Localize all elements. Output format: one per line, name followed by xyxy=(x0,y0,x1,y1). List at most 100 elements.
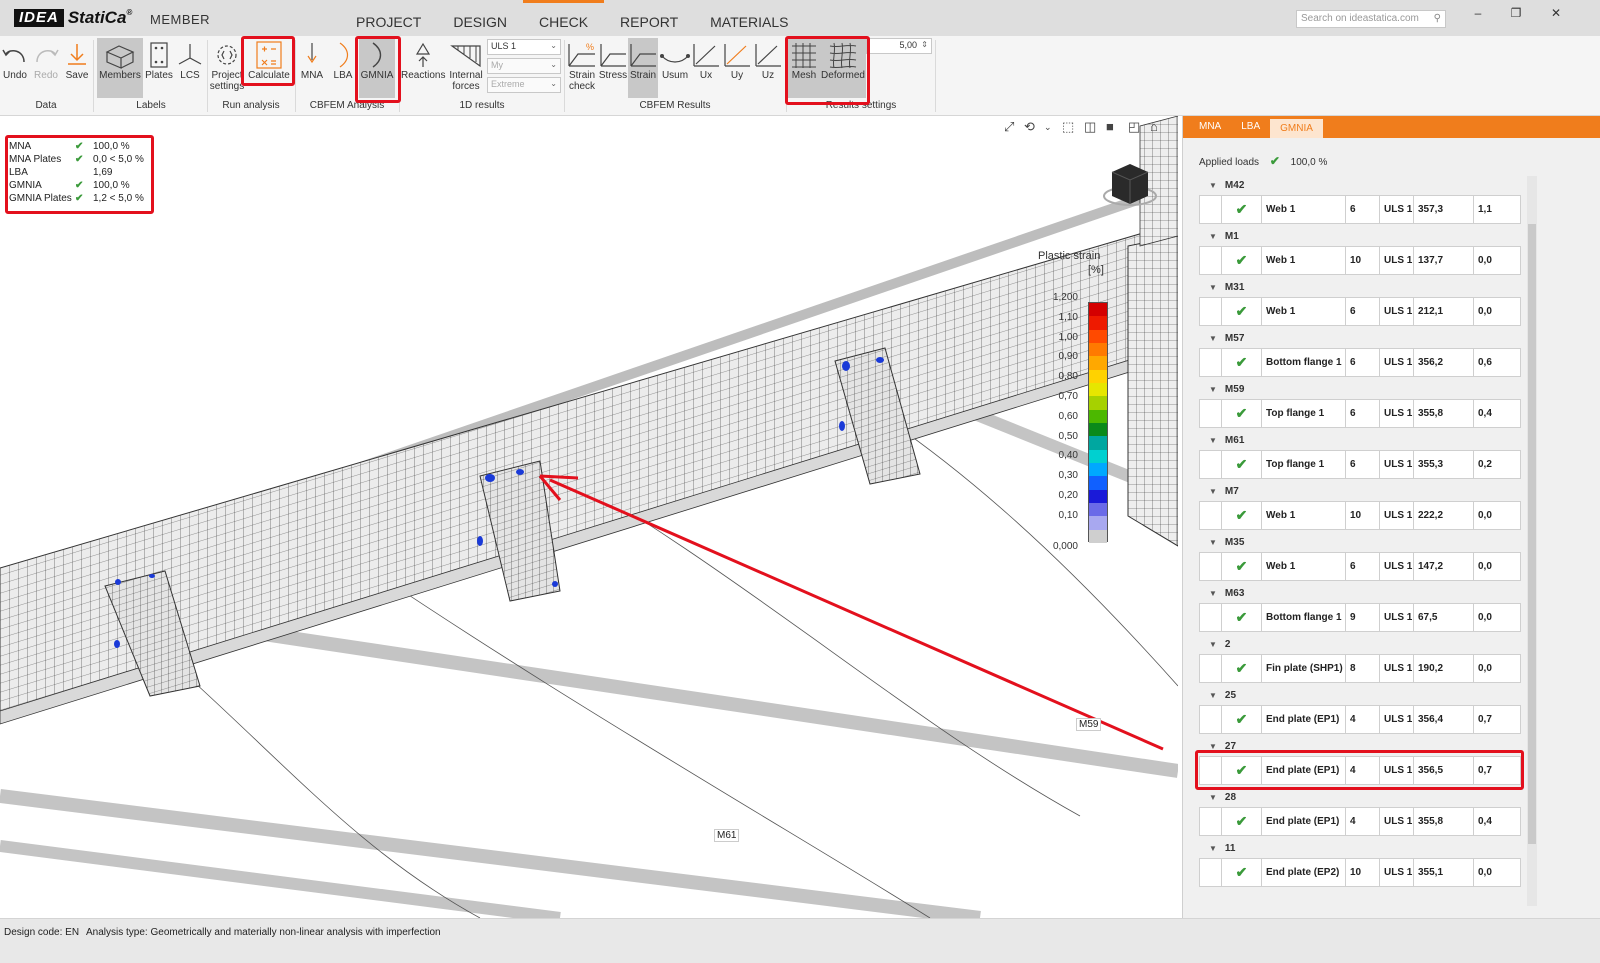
plates-button[interactable]: Plates xyxy=(144,38,174,98)
result-group-header[interactable]: ▼ M7 xyxy=(1199,482,1521,501)
tab-report[interactable]: REPORT xyxy=(604,0,694,36)
result-group-header[interactable]: ▼ M42 xyxy=(1199,176,1521,195)
beam-label-m59[interactable]: M59 xyxy=(1076,718,1102,731)
scrollbar-thumb[interactable] xyxy=(1528,224,1536,844)
chevron-down-icon[interactable]: ⌄ xyxy=(1044,122,1052,133)
result-row[interactable]: ✔ End plate (EP1) 4 ULS 1 356,4 0,7 xyxy=(1199,705,1521,734)
result-row[interactable]: ✔ Bottom flange 1 9 ULS 1 67,5 0,0 xyxy=(1199,603,1521,632)
zoom-fit-icon[interactable]: ⤢ xyxy=(1004,119,1014,135)
result-group-header[interactable]: ▼ M63 xyxy=(1199,584,1521,603)
result-group-header[interactable]: ▼ M35 xyxy=(1199,533,1521,552)
result-row[interactable]: ✔ Web 1 6 ULS 1 212,1 0,0 xyxy=(1199,297,1521,326)
camera-view-icon[interactable]: ◰ xyxy=(1128,119,1140,135)
shaded-view-icon[interactable]: ◫ xyxy=(1084,119,1096,135)
collapse-triangle-icon[interactable]: ▼ xyxy=(1209,844,1217,853)
collapse-triangle-icon[interactable]: ▼ xyxy=(1209,487,1217,496)
load-case-select[interactable]: ULS 1 ⌄ xyxy=(487,39,561,55)
result-row[interactable]: ✔ End plate (EP1) 4 ULS 1 355,8 0,4 xyxy=(1199,807,1521,836)
tab-check[interactable]: CHECK xyxy=(523,0,605,36)
result-row[interactable]: ✔ Top flange 1 6 ULS 1 355,3 0,2 xyxy=(1199,450,1521,479)
stress-button[interactable]: Stress xyxy=(598,38,628,98)
result-group-header[interactable]: ▼ M1 xyxy=(1199,227,1521,246)
result-row[interactable]: ✔ Top flange 1 6 ULS 1 355,8 0,4 xyxy=(1199,399,1521,428)
wireframe-view-icon[interactable]: ⬚ xyxy=(1062,119,1074,135)
collapse-triangle-icon[interactable]: ▼ xyxy=(1209,538,1217,547)
result-group-header[interactable]: ▼ 25 xyxy=(1199,686,1521,705)
search-input[interactable]: Search on ideastatica.com ⚲ xyxy=(1296,10,1446,28)
result-row[interactable]: ✔ End plate (EP1) 4 ULS 1 356,5 0,7 xyxy=(1199,756,1521,785)
collapse-triangle-icon[interactable]: ▼ xyxy=(1209,334,1217,343)
result-group-header[interactable]: ▼ M57 xyxy=(1199,329,1521,348)
3d-viewport[interactable]: M59 M61 xyxy=(0,116,1178,918)
save-button[interactable]: Save xyxy=(62,38,92,98)
collapse-triangle-icon[interactable]: ▼ xyxy=(1209,283,1217,292)
deformed-button[interactable]: Deformed xyxy=(820,38,866,98)
main-tabs: PROJECT DESIGN CHECK REPORT MATERIALS xyxy=(340,0,804,36)
tab-gmnia[interactable]: GMNIA xyxy=(1270,119,1323,138)
mesh-grid-icon xyxy=(792,43,816,68)
uy-button[interactable]: Uy xyxy=(722,38,752,98)
collapse-triangle-icon[interactable]: ▼ xyxy=(1209,793,1217,802)
internal-forces-button[interactable]: Internal forces xyxy=(446,38,486,98)
result-group-header[interactable]: ▼ 27 xyxy=(1199,737,1521,756)
result-row[interactable]: ✔ Web 1 6 ULS 1 357,3 1,1 xyxy=(1199,195,1521,224)
result-row[interactable]: ✔ Bottom flange 1 6 ULS 1 356,2 0,6 xyxy=(1199,348,1521,377)
tab-materials[interactable]: MATERIALS xyxy=(694,0,804,36)
gmnia-button[interactable]: GMNIA xyxy=(359,38,395,98)
tab-design[interactable]: DESIGN xyxy=(437,0,523,36)
reactions-button[interactable]: Reactions xyxy=(401,38,445,98)
results-scrollbar[interactable] xyxy=(1527,176,1537,906)
result-group-header[interactable]: ▼ 28 xyxy=(1199,788,1521,807)
ux-button[interactable]: Ux xyxy=(691,38,721,98)
result-row[interactable]: ✔ Web 1 6 ULS 1 147,2 0,0 xyxy=(1199,552,1521,581)
result-group-header[interactable]: ▼ 11 xyxy=(1199,839,1521,858)
collapse-triangle-icon[interactable]: ▼ xyxy=(1209,589,1217,598)
minimize-button[interactable]: – xyxy=(1468,6,1488,20)
result-stress: 67,5 xyxy=(1414,604,1474,631)
tab-project[interactable]: PROJECT xyxy=(340,0,437,36)
collapse-triangle-icon[interactable]: ▼ xyxy=(1209,691,1217,700)
home-view-icon[interactable]: ⌂ xyxy=(1150,119,1158,134)
tab-lba[interactable]: LBA xyxy=(1231,116,1270,138)
restore-button[interactable]: ❐ xyxy=(1506,6,1526,20)
search-icon[interactable]: ⚲ xyxy=(1434,13,1441,24)
tab-mna[interactable]: MNA xyxy=(1189,116,1231,138)
collapse-triangle-icon[interactable]: ▼ xyxy=(1209,385,1217,394)
rotate-view-icon[interactable]: ⟲ xyxy=(1024,119,1035,135)
result-row[interactable]: ✔ End plate (EP2) 10 ULS 1 355,1 0,0 xyxy=(1199,858,1521,887)
collapse-triangle-icon[interactable]: ▼ xyxy=(1209,640,1217,649)
mesh-button[interactable]: Mesh xyxy=(788,38,820,98)
beam-label-m61[interactable]: M61 xyxy=(714,829,740,842)
strain-check-button[interactable]: % Strain check xyxy=(566,38,598,98)
lcs-button[interactable]: LCS xyxy=(175,38,205,98)
result-group-header[interactable]: ▼ M61 xyxy=(1199,431,1521,450)
result-group-header[interactable]: ▼ M31 xyxy=(1199,278,1521,297)
deformation-scale-input[interactable]: 5,00 ⇕ xyxy=(866,38,932,54)
undo-button[interactable]: Undo xyxy=(0,38,30,98)
uz-button[interactable]: Uz xyxy=(753,38,783,98)
collapse-triangle-icon[interactable]: ▼ xyxy=(1209,181,1217,190)
spinner-icon[interactable]: ⇕ xyxy=(921,40,928,49)
result-row[interactable]: ✔ Web 1 10 ULS 1 222,2 0,0 xyxy=(1199,501,1521,530)
collapse-triangle-icon[interactable]: ▼ xyxy=(1209,742,1217,751)
solid-view-icon[interactable]: ■ xyxy=(1106,119,1114,134)
result-row[interactable]: ✔ Web 1 10 ULS 1 137,7 0,0 xyxy=(1199,246,1521,275)
fem-model-drawing[interactable] xyxy=(0,116,1178,918)
close-button[interactable]: ✕ xyxy=(1546,6,1566,20)
component-select[interactable]: My ⌄ xyxy=(487,58,561,74)
collapse-triangle-icon[interactable]: ▼ xyxy=(1209,436,1217,445)
result-group-header[interactable]: ▼ 2 xyxy=(1199,635,1521,654)
collapse-triangle-icon[interactable]: ▼ xyxy=(1209,232,1217,241)
extreme-select[interactable]: Extreme ⌄ xyxy=(487,77,561,93)
mna-button[interactable]: MNA xyxy=(297,38,327,98)
members-button[interactable]: Members xyxy=(97,38,143,98)
result-group-header[interactable]: ▼ M59 xyxy=(1199,380,1521,399)
redo-button[interactable]: Redo xyxy=(31,38,61,98)
usum-button[interactable]: Usum xyxy=(659,38,691,98)
calculate-button[interactable]: Calculate xyxy=(246,38,292,98)
lba-button[interactable]: LBA xyxy=(328,38,358,98)
project-settings-button[interactable]: Project settings xyxy=(209,38,245,98)
result-row[interactable]: ✔ Fin plate (SHP1) 8 ULS 1 190,2 0,0 xyxy=(1199,654,1521,683)
results-list[interactable]: ▼ M42 ✔ Web 1 6 ULS 1 357,3 1,1 ▼ M1 ✔ Web 1 10 ULS 1… xyxy=(1199,176,1521,890)
strain-button[interactable]: Strain xyxy=(628,38,658,98)
